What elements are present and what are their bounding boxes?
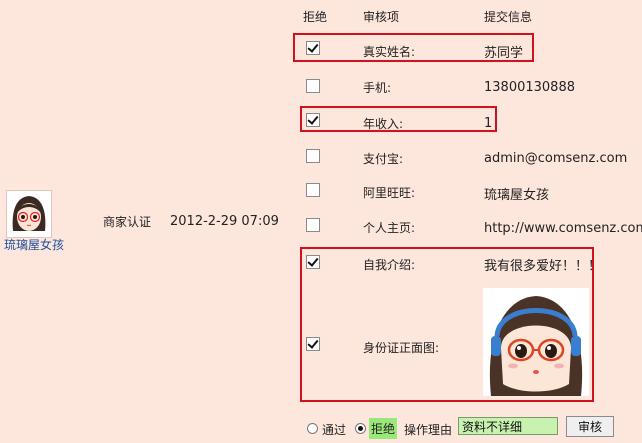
reject-radio[interactable] <box>355 423 366 434</box>
reject-checkbox-phone[interactable] <box>306 79 320 93</box>
header-reject: 拒绝 <box>303 10 328 24</box>
row-label-idcard: 身份证正面图: <box>363 341 440 355</box>
row-label-homepage: 个人主页: <box>363 221 416 235</box>
row-value-homepage: http://www.comsenz.com <box>484 221 642 236</box>
row-label-wangwang: 阿里旺旺: <box>363 186 416 200</box>
idcard-photo[interactable] <box>483 288 589 396</box>
row-label-phone: 手机: <box>363 81 392 95</box>
header-item: 审核项 <box>363 10 400 24</box>
idcard-image <box>483 288 589 396</box>
reason-label: 操作理由 <box>404 423 453 437</box>
reject-label[interactable]: 拒绝 <box>369 418 398 439</box>
pass-radio[interactable] <box>307 423 318 434</box>
reject-checkbox-income[interactable] <box>306 113 320 127</box>
row-label-name: 真实姓名: <box>363 45 416 59</box>
reject-checkbox-alipay[interactable] <box>306 149 320 163</box>
reject-checkbox-wangwang[interactable] <box>306 183 320 197</box>
reject-checkbox-intro[interactable] <box>306 255 320 269</box>
reject-checkbox-name[interactable] <box>306 41 320 55</box>
reject-checkbox-idcard[interactable] <box>306 337 320 351</box>
row-value-intro: 我有很多爱好！！！ <box>484 259 602 274</box>
row-value-name: 苏同学 <box>484 46 524 61</box>
row-value-alipay: admin@comsenz.com <box>484 151 628 166</box>
pass-label[interactable]: 通过 <box>322 421 346 438</box>
row-label-income: 年收入: <box>363 117 404 131</box>
apply-type: 商家认证 <box>103 215 152 229</box>
user-name-link[interactable]: 琉璃屋女孩 <box>4 236 64 253</box>
submit-review-button[interactable]: 审核 <box>566 416 614 437</box>
row-value-phone: 13800130888 <box>484 80 575 95</box>
reason-input[interactable] <box>458 417 558 435</box>
row-value-income: 1 <box>484 116 493 131</box>
avatar-image <box>7 191 51 237</box>
header-info: 提交信息 <box>484 10 533 24</box>
user-avatar[interactable] <box>6 190 52 238</box>
apply-date: 2012-2-29 07:09 <box>170 214 279 229</box>
row-value-wangwang: 琉璃屋女孩 <box>484 188 550 203</box>
row-label-alipay: 支付宝: <box>363 152 404 166</box>
row-label-intro: 自我介绍: <box>363 258 416 272</box>
reject-checkbox-homepage[interactable] <box>306 218 320 232</box>
